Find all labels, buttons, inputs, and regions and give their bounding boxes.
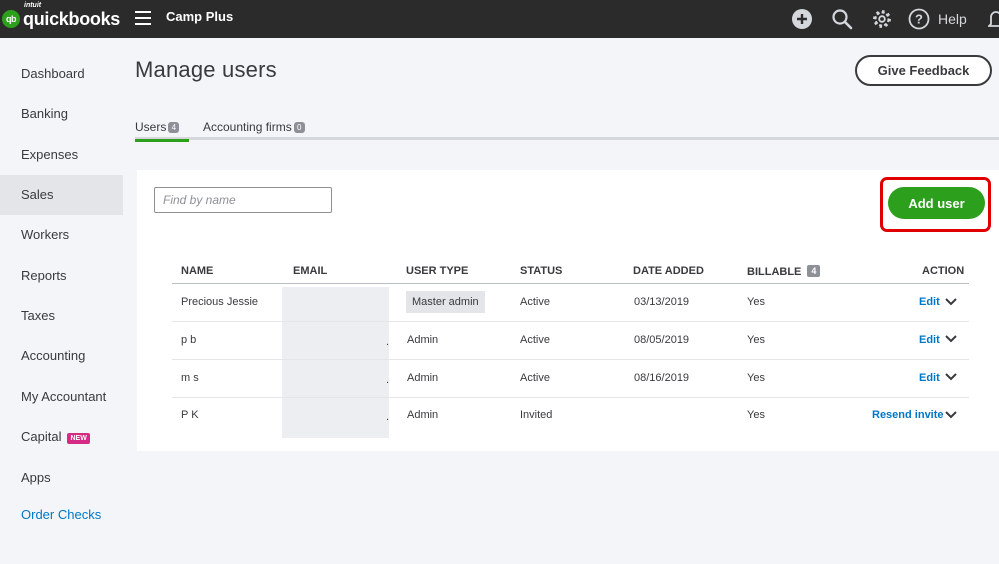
intuit-wordmark: intuit — [24, 2, 42, 9]
row-3-date-added: 08/16/2019 — [634, 372, 690, 384]
row-divider — [172, 397, 969, 398]
chevron-down-icon[interactable] — [944, 333, 958, 345]
chevron-down-icon[interactable] — [944, 296, 958, 308]
user-tabs: Users 4 Accounting firms 0 — [135, 118, 999, 142]
help-icon[interactable]: ? — [907, 7, 931, 31]
row-4-email: . — [386, 411, 390, 423]
sidebar-item-label: Sales — [21, 187, 54, 202]
chevron-down-icon[interactable] — [944, 371, 958, 383]
column-header-email[interactable]: EMAIL — [293, 265, 327, 277]
row-3-email: . — [386, 374, 390, 386]
company-name: Camp Plus — [166, 9, 234, 24]
column-header-status[interactable]: STATUS — [520, 265, 562, 277]
row-4-billable: Yes — [747, 409, 765, 421]
tab-users[interactable]: Users 4 — [135, 120, 189, 142]
sidebar-item-expenses[interactable]: Expenses — [0, 135, 123, 175]
column-header-date-added[interactable]: DATE ADDED — [633, 265, 704, 277]
quickbooks-wordmark: quickbooks — [23, 9, 121, 29]
sidebar-item-sales[interactable]: Sales — [0, 175, 123, 215]
tab-count-badge: 4 — [168, 122, 180, 133]
tab-accounting-firms[interactable]: Accounting firms 0 — [203, 120, 305, 142]
row-2-user-type: Admin — [407, 334, 439, 346]
row-2-date-added: 08/05/2019 — [634, 334, 690, 346]
tab-count-badge: 0 — [293, 122, 305, 133]
tab-label: Users — [135, 120, 167, 134]
row-divider — [172, 359, 969, 360]
sidebar-item-dashboard[interactable]: Dashboard — [0, 54, 123, 94]
row-2-edit-link[interactable]: Edit — [919, 334, 940, 346]
sidebar-item-order-checks[interactable]: Order Checks — [0, 495, 123, 535]
row-3-status: Active — [520, 372, 550, 384]
sidebar-item-label: My Accountant — [21, 389, 107, 404]
chevron-down-icon[interactable] — [944, 409, 958, 421]
sidebar-item-banking[interactable]: Banking — [0, 94, 123, 134]
sidebar-item-my-accountant[interactable]: My Accountant — [0, 377, 123, 417]
svg-text:?: ? — [915, 12, 923, 27]
row-3-user-type: Admin — [407, 372, 439, 384]
sidebar-item-label: Workers — [21, 227, 70, 242]
row-2-name: p b — [181, 334, 197, 346]
sidebar-item-label: Banking — [21, 106, 68, 121]
row-4-name: P K — [181, 409, 199, 421]
row-3-edit-link[interactable]: Edit — [919, 372, 940, 384]
row-4-user-type: Admin — [407, 409, 439, 421]
tab-label: Accounting firms — [203, 120, 292, 134]
left-sidebar: Dashboard Banking Expenses Sales Workers… — [0, 38, 123, 564]
sidebar-item-reports[interactable]: Reports — [0, 256, 123, 296]
bell-icon[interactable] — [984, 7, 999, 31]
redacted-email-block — [282, 287, 389, 438]
sidebar-item-label: Order Checks — [21, 507, 102, 522]
page-title: Manage users — [135, 57, 277, 82]
row-2-billable: Yes — [747, 334, 765, 346]
hamburger-menu-icon[interactable] — [135, 11, 151, 25]
billable-count-badge: 4 — [807, 265, 821, 277]
row-4-resend-invite-link[interactable]: Resend invite — [872, 409, 944, 421]
sidebar-item-label: Capital — [21, 429, 62, 444]
gear-icon[interactable] — [870, 7, 894, 31]
quickbooks-logo-text: intuit quickbooks — [23, 2, 121, 32]
row-1-status: Active — [520, 296, 550, 308]
sidebar-item-label: Accounting — [21, 348, 86, 363]
row-2-status: Active — [520, 334, 550, 346]
help-label[interactable]: Help — [938, 11, 967, 27]
column-header-name[interactable]: NAME — [181, 265, 213, 277]
sidebar-item-taxes[interactable]: Taxes — [0, 296, 123, 336]
column-header-action: ACTION — [922, 265, 965, 277]
table-header-divider — [172, 283, 969, 284]
row-1-date-added: 03/13/2019 — [634, 296, 690, 308]
search-input[interactable] — [154, 187, 332, 213]
row-1-user-type: Master admin — [406, 291, 485, 313]
sidebar-item-label: Apps — [21, 470, 51, 485]
search-icon[interactable] — [830, 7, 854, 31]
new-badge: NEW — [67, 433, 90, 444]
add-user-button[interactable]: Add user — [888, 187, 985, 219]
sidebar-item-label: Expenses — [21, 147, 79, 162]
sidebar-item-label: Taxes — [21, 308, 55, 323]
column-header-billable[interactable]: BILLABLE 4 — [747, 265, 821, 278]
give-feedback-button[interactable]: Give Feedback — [855, 55, 992, 86]
row-divider — [172, 321, 969, 322]
row-3-billable: Yes — [747, 372, 765, 384]
top-navigation-bar: qb intuit quickbooks Camp Plus ? Help — [0, 0, 999, 38]
row-1-billable: Yes — [747, 296, 765, 308]
row-1-name: Precious Jessie — [181, 296, 259, 308]
sidebar-item-capital[interactable]: Capital NEW — [0, 417, 123, 457]
sidebar-item-workers[interactable]: Workers — [0, 215, 123, 255]
quickbooks-logo-mark: qb — [2, 10, 20, 28]
quickbooks-logo[interactable]: qb intuit quickbooks — [2, 2, 121, 32]
sidebar-item-accounting[interactable]: Accounting — [0, 336, 123, 376]
sidebar-item-label: Dashboard — [21, 66, 85, 81]
row-2-email: . — [386, 336, 390, 348]
row-4-status: Invited — [520, 409, 553, 421]
sidebar-item-label: Reports — [21, 268, 67, 283]
row-3-name: m s — [181, 372, 199, 384]
plus-circle-icon[interactable] — [790, 7, 814, 31]
column-header-user-type[interactable]: USER TYPE — [406, 265, 468, 277]
sidebar-item-apps[interactable]: Apps — [0, 458, 123, 498]
billable-header-label: BILLABLE — [747, 266, 802, 278]
row-1-edit-link[interactable]: Edit — [919, 296, 940, 308]
